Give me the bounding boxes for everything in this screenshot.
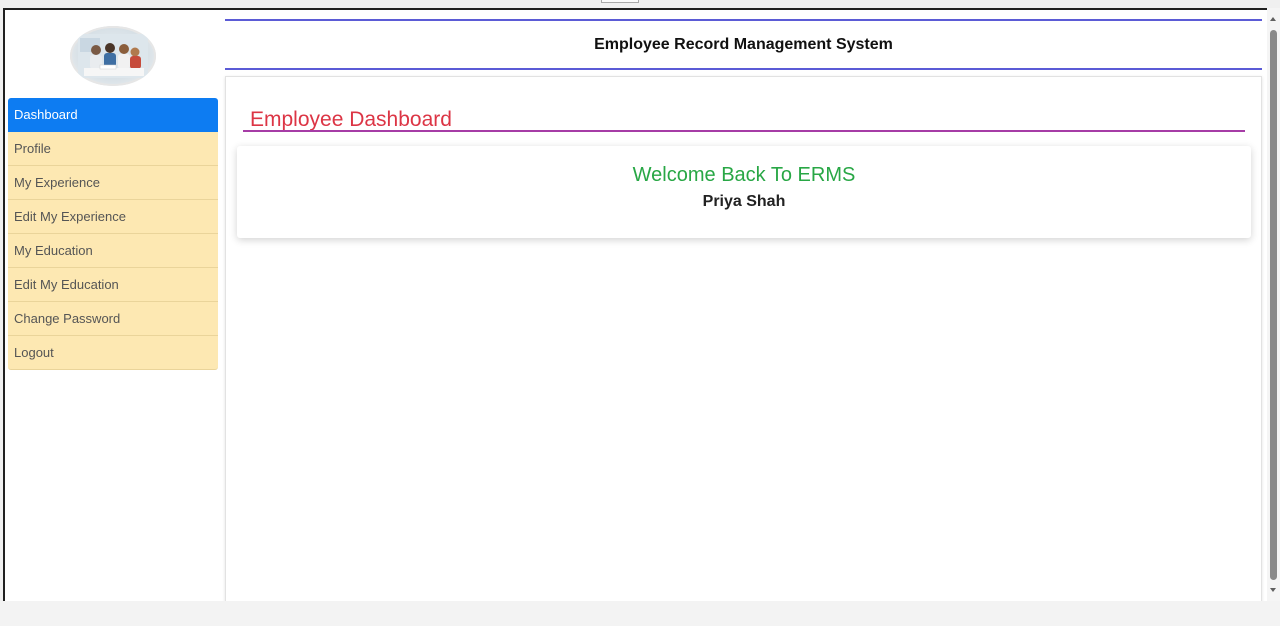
sidebar-item-my-education[interactable]: My Education: [8, 234, 218, 268]
user-name: Priya Shah: [702, 193, 786, 210]
sidebar-item-edit-my-education[interactable]: Edit My Education: [8, 268, 218, 302]
scrollbar-thumb[interactable]: [1270, 30, 1277, 580]
vertical-scrollbar[interactable]: [1267, 8, 1280, 601]
scroll-down-arrow-icon[interactable]: [1270, 588, 1276, 592]
app-window: Employee Record Management System Dashbo…: [3, 8, 1267, 611]
page-title: Employee Dashboard: [250, 108, 452, 131]
bottom-strip: [0, 601, 1280, 626]
sidebar-item-my-experience[interactable]: My Experience: [8, 166, 218, 200]
logo-image: [70, 26, 156, 86]
sidebar-item-change-password[interactable]: Change Password: [8, 302, 218, 336]
title-divider: [243, 130, 1245, 132]
top-tab: [601, 0, 639, 3]
sidebar-menu: Dashboard Profile My Experience Edit My …: [8, 98, 218, 370]
app-title: Employee Record Management System: [594, 36, 893, 53]
welcome-card: Welcome Back To ERMS Priya Shah: [237, 146, 1251, 238]
header-bar: Employee Record Management System: [225, 19, 1262, 70]
sidebar-item-profile[interactable]: Profile: [8, 132, 218, 166]
sidebar-item-dashboard[interactable]: Dashboard: [8, 98, 218, 132]
main-panel: Employee Dashboard Welcome Back To ERMS …: [225, 76, 1262, 611]
welcome-message: Welcome Back To ERMS: [632, 164, 856, 186]
sidebar-item-logout[interactable]: Logout: [8, 336, 218, 370]
employee-group-icon: [78, 34, 148, 78]
scroll-up-arrow-icon[interactable]: [1270, 17, 1276, 21]
sidebar-item-edit-my-experience[interactable]: Edit My Experience: [8, 200, 218, 234]
top-strip: [0, 0, 1280, 8]
